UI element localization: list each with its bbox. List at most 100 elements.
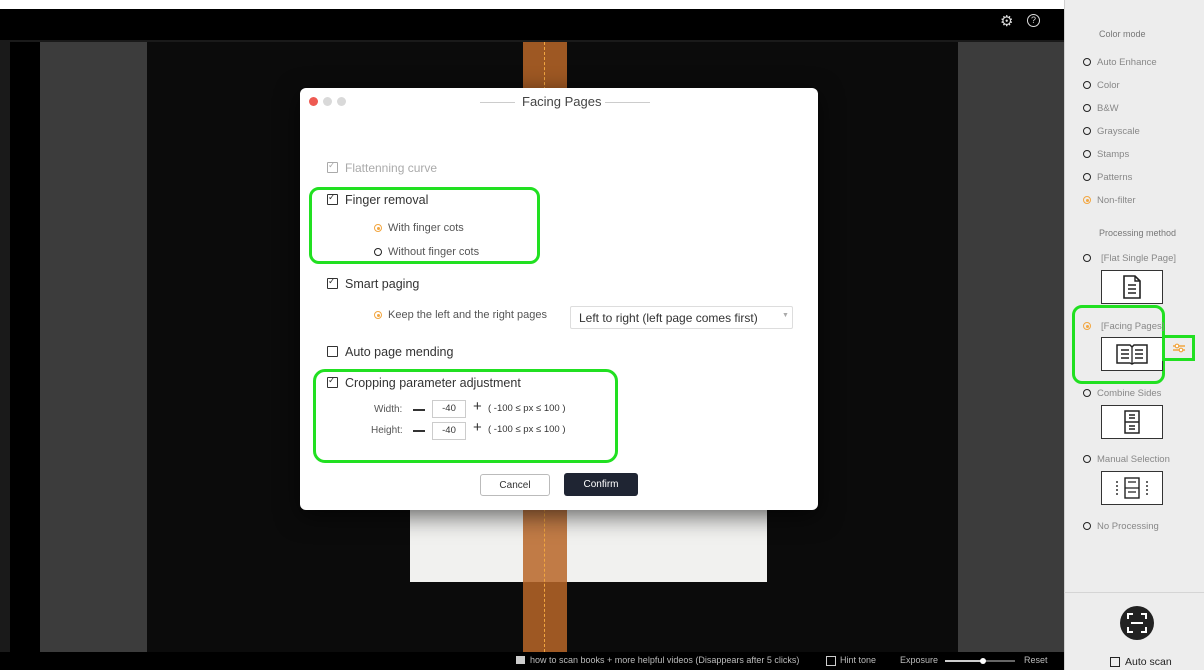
keep-pages-radio[interactable]: Keep the left and the right pages (374, 309, 547, 321)
width-decrease-button[interactable] (413, 409, 425, 411)
radio-icon (1083, 81, 1091, 90)
video-tip-link[interactable]: how to scan books + more helpful videos … (530, 655, 799, 665)
facing-pages-dialog: Facing Pages Flattenning curve Finger re… (300, 88, 818, 510)
radio-icon (1083, 455, 1091, 464)
color-option-label: Auto Enhance (1097, 57, 1157, 68)
manual-selection-icon (1116, 477, 1148, 499)
cropping-adjustment-checkbox[interactable]: Cropping parameter adjustment (327, 375, 521, 390)
finger-removal-label: Finger removal (345, 193, 429, 207)
color-option-non-filter[interactable]: Non-filter (1083, 195, 1136, 206)
auto-mending-label: Auto page mending (345, 345, 454, 359)
paging-order-select[interactable]: Left to right (left page comes first) ▼ (570, 306, 793, 329)
combine-sides-button[interactable] (1101, 405, 1163, 439)
adjust-settings-icon[interactable] (1172, 343, 1186, 353)
radio-icon (1083, 522, 1091, 531)
checkbox-icon (327, 192, 338, 205)
color-option-patterns[interactable]: Patterns (1083, 172, 1132, 183)
close-window-button[interactable] (309, 97, 318, 106)
dialog-title: Facing Pages (522, 94, 602, 109)
open-book-icon (1116, 344, 1148, 365)
color-option-label: Non-filter (1097, 195, 1136, 206)
flat-single-page-button[interactable] (1101, 270, 1163, 304)
height-input[interactable]: -40 (432, 422, 466, 440)
bottom-bar: how to scan books + more helpful videos … (0, 652, 1064, 670)
color-option-grayscale[interactable]: Grayscale (1083, 126, 1140, 137)
width-input[interactable]: -40 (432, 400, 466, 418)
hint-tone-label: Hint tone (840, 655, 877, 665)
zoom-window-button[interactable] (337, 97, 346, 106)
color-option-color[interactable]: Color (1083, 80, 1120, 91)
radio-icon (1083, 127, 1091, 136)
color-option-bw[interactable]: B&W (1083, 103, 1119, 114)
with-cots-label: With finger cots (388, 222, 464, 234)
color-option-label: B&W (1097, 103, 1119, 114)
exposure-slider-fill (945, 660, 983, 662)
height-increase-button[interactable]: + (473, 419, 482, 436)
minimize-window-button[interactable] (323, 97, 332, 106)
confirm-button[interactable]: Confirm (564, 473, 638, 496)
settings-gear-icon[interactable]: ⚙ (1000, 12, 1013, 30)
height-range: ( -100 ≤ px ≤ 100 ) (488, 424, 566, 435)
checkbox-icon (327, 160, 338, 173)
scan-button[interactable] (1120, 606, 1154, 640)
finger-removal-checkbox[interactable]: Finger removal (327, 192, 429, 207)
without-cots-label: Without finger cots (388, 246, 480, 258)
color-option-auto-enhance[interactable]: Auto Enhance (1083, 57, 1157, 68)
auto-page-mending-checkbox[interactable]: Auto page mending (327, 345, 453, 359)
single-page-icon (1123, 275, 1141, 299)
method-manual-selection[interactable]: Manual Selection (1083, 454, 1170, 465)
height-decrease-button[interactable] (413, 430, 425, 432)
method-flat-single-page[interactable]: [Flat Single Page] (1083, 253, 1176, 264)
method-label: No Processing (1097, 521, 1159, 532)
color-option-stamps[interactable]: Stamps (1083, 149, 1129, 160)
color-mode-heading: Color mode (1099, 29, 1146, 39)
checkbox-icon (327, 276, 338, 289)
with-finger-cots-radio[interactable]: With finger cots (374, 222, 464, 234)
radio-selected-icon (374, 311, 382, 320)
radio-icon (374, 248, 382, 257)
method-no-processing[interactable]: No Processing (1083, 521, 1159, 532)
width-range: ( -100 ≤ px ≤ 100 ) (488, 403, 566, 414)
checkbox-icon (327, 375, 338, 388)
facing-pages-button[interactable] (1101, 337, 1163, 371)
without-finger-cots-radio[interactable]: Without finger cots (374, 246, 479, 258)
viewer-margin-right (958, 42, 1064, 652)
hint-tone-checkbox[interactable] (826, 656, 836, 666)
facing-pages-settings-highlight (1162, 335, 1195, 361)
exposure-label: Exposure (900, 655, 939, 665)
method-label: [Facing Pages] (1101, 321, 1165, 332)
processing-method-heading: Processing method (1099, 228, 1177, 238)
smart-paging-label: Smart paging (345, 277, 420, 291)
method-combine-sides[interactable]: Combine Sides (1083, 388, 1161, 399)
smart-paging-checkbox[interactable]: Smart paging (327, 276, 420, 291)
help-icon[interactable]: ? (1027, 14, 1040, 27)
flattening-curve-option: Flattenning curve (327, 160, 437, 175)
radio-selected-icon (374, 224, 382, 233)
color-option-label: Stamps (1097, 149, 1130, 160)
viewer-margin-left (40, 42, 147, 652)
paging-order-value: Left to right (left page comes first) (579, 311, 758, 325)
radio-icon (1083, 58, 1091, 67)
video-play-icon[interactable] (516, 656, 525, 664)
exposure-slider-thumb[interactable] (980, 658, 986, 664)
color-option-label: Patterns (1097, 172, 1133, 183)
radio-selected-icon (1083, 196, 1091, 205)
auto-scan-checkbox[interactable] (1110, 657, 1120, 667)
cropping-label: Cropping parameter adjustment (345, 376, 521, 390)
manual-selection-button[interactable] (1101, 471, 1163, 505)
radio-icon (1083, 150, 1091, 159)
height-label: Height: (371, 425, 403, 436)
scan-icon (1127, 613, 1147, 633)
color-option-label: Color (1097, 80, 1120, 91)
method-facing-pages[interactable]: [Facing Pages] (1083, 321, 1164, 332)
method-label: Combine Sides (1097, 388, 1162, 399)
reset-button[interactable]: Reset (1024, 655, 1048, 665)
color-option-label: Grayscale (1097, 126, 1140, 137)
radio-icon (1083, 104, 1091, 113)
width-increase-button[interactable]: + (473, 398, 482, 415)
checkbox-icon (327, 346, 338, 357)
cancel-button[interactable]: Cancel (480, 474, 550, 496)
combine-sides-icon (1124, 410, 1140, 434)
method-label: Manual Selection (1097, 454, 1170, 465)
scanned-page (410, 508, 767, 582)
